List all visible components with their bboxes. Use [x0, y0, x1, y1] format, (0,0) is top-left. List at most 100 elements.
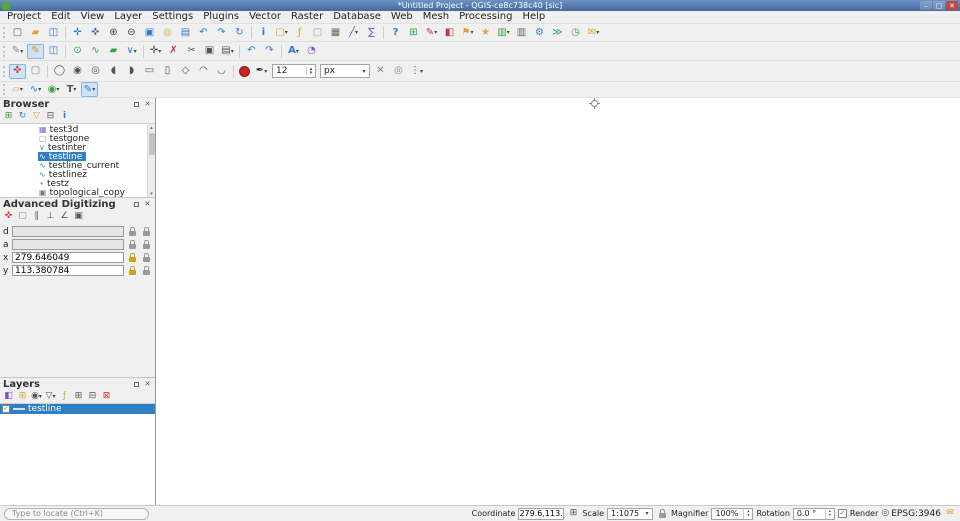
style-manager-button[interactable]: ◧: [441, 25, 458, 40]
stroke-options-button[interactable]: ⋮▾: [408, 64, 425, 79]
toolbar-handle[interactable]: [3, 66, 6, 77]
ellipse-from-center-button[interactable]: ◖: [105, 64, 122, 79]
menu-item-layer[interactable]: Layer: [109, 11, 147, 23]
node-editing-tool-button[interactable]: ✎▾: [81, 82, 98, 97]
properties-widget-button[interactable]: i: [58, 111, 71, 123]
new-annotation-button[interactable]: ✎▾: [423, 25, 440, 40]
crs-status-button[interactable]: ◎ EPSG:3946: [881, 509, 941, 519]
cad-a-input[interactable]: [12, 239, 124, 250]
circle-from-3-points-button[interactable]: ◉: [69, 64, 86, 79]
save-project-button[interactable]: ◫: [45, 25, 62, 40]
deselect-all-button[interactable]: ▢: [309, 25, 326, 40]
dock-float-button[interactable]: [132, 380, 141, 389]
refresh-map-button[interactable]: ↻: [231, 25, 248, 40]
open-project-button[interactable]: ▰: [27, 25, 44, 40]
layer-diagram-button[interactable]: ◔: [303, 44, 320, 59]
scrollbar-thumb[interactable]: [149, 133, 155, 155]
dock-float-button[interactable]: [132, 100, 141, 109]
dock-close-button[interactable]: ✕: [143, 100, 152, 109]
messages-button[interactable]: ✉▾: [585, 25, 602, 40]
select-by-expression-button[interactable]: ƒ: [291, 25, 308, 40]
rectangle-from-3-points-button[interactable]: ▯: [159, 64, 176, 79]
clear-strokes-button[interactable]: ✕: [372, 64, 389, 79]
cad-d-lock-button[interactable]: [126, 226, 138, 237]
identify-features-button[interactable]: i: [255, 25, 272, 40]
python-console-button[interactable]: ≫: [549, 25, 566, 40]
annotation-line-tool-button[interactable]: ∿▾: [27, 82, 44, 97]
annotation-marker-tool-button[interactable]: ◉▾: [45, 82, 62, 97]
circle-by-center-button[interactable]: ◎: [87, 64, 104, 79]
help-contents-button[interactable]: ?: [387, 25, 404, 40]
menu-item-settings[interactable]: Settings: [147, 11, 198, 23]
construction-mode-button[interactable]: ▢: [27, 64, 44, 79]
add-selected-layers-button[interactable]: ⊞: [2, 111, 15, 123]
cad-floater-button[interactable]: ▣: [72, 211, 85, 223]
locator-search-input[interactable]: [4, 508, 149, 520]
menu-item-view[interactable]: View: [76, 11, 110, 23]
messages-button[interactable]: ✉: [944, 508, 956, 520]
cad-common-angles-button[interactable]: ∠: [58, 211, 71, 223]
cad-a-lock-button[interactable]: [126, 239, 138, 250]
menu-item-raster[interactable]: Raster: [286, 11, 328, 23]
statistical-summary-button[interactable]: ∑: [363, 25, 380, 40]
rectangle-from-extent-button[interactable]: ▭: [141, 64, 158, 79]
menu-item-processing[interactable]: Processing: [454, 11, 517, 23]
step-down-icon[interactable]: ▾: [747, 513, 749, 517]
new-project-button[interactable]: ▢: [9, 25, 26, 40]
delete-selected-button[interactable]: ✗: [165, 44, 182, 59]
zoom-last-button[interactable]: ↶: [195, 25, 212, 40]
expand-all-button[interactable]: ⊞: [72, 391, 85, 403]
toggle-extents-display-button[interactable]: ⊞: [567, 508, 579, 520]
regular-polygon-button[interactable]: ◇: [177, 64, 194, 79]
scroll-down-icon[interactable]: ▾: [150, 190, 153, 197]
vertex-tool-button[interactable]: ∨▾: [123, 44, 140, 59]
ellipse-from-extent-button[interactable]: ◗: [123, 64, 140, 79]
redo-button[interactable]: ↷: [261, 44, 278, 59]
circle-from-2-points-button[interactable]: ◯: [51, 64, 68, 79]
toolbar-handle[interactable]: [3, 46, 6, 57]
select-features-button[interactable]: ▢▾: [273, 25, 290, 40]
circular-arc-reverse-button[interactable]: ◡: [213, 64, 230, 79]
filter-legend-button[interactable]: ▽▾: [44, 391, 57, 403]
render-checkbox[interactable]: ✓: [838, 509, 847, 518]
current-edits-button[interactable]: ✎▾: [9, 44, 26, 59]
zoom-full-extent-button[interactable]: ▣: [141, 25, 158, 40]
cad-y-lock-button[interactable]: [126, 265, 138, 276]
remove-layer-button[interactable]: ⊠: [100, 391, 113, 403]
menu-item-database[interactable]: Database: [328, 11, 386, 23]
menu-item-plugins[interactable]: Plugins: [198, 11, 244, 23]
filter-by-expression-button[interactable]: ƒ: [58, 391, 71, 403]
menu-item-web[interactable]: Web: [386, 11, 418, 23]
cad-construction-mode-button[interactable]: ▢: [16, 211, 29, 223]
undo-button[interactable]: ↶: [243, 44, 260, 59]
new-print-layout-button[interactable]: ▥▾: [495, 25, 512, 40]
measure-button[interactable]: ╱▾: [345, 25, 362, 40]
stroke-pen-button[interactable]: ✒▾: [253, 64, 270, 79]
step-down-icon[interactable]: ▾: [310, 71, 313, 75]
zoom-out-button[interactable]: ⊖: [123, 25, 140, 40]
stroke-color-button[interactable]: [236, 64, 253, 79]
collapse-all-layers-button[interactable]: ⊟: [86, 391, 99, 403]
menu-item-edit[interactable]: Edit: [46, 11, 75, 23]
processing-toolbox-button[interactable]: ⚙: [531, 25, 548, 40]
cut-features-button[interactable]: ✂: [183, 44, 200, 59]
zoom-to-selection-button[interactable]: ◎: [159, 25, 176, 40]
zoom-in-button[interactable]: ⊕: [105, 25, 122, 40]
move-feature-button[interactable]: ✛▾: [147, 44, 164, 59]
open-attribute-table-button[interactable]: ▦: [327, 25, 344, 40]
data-source-manager-button[interactable]: ⊞: [405, 25, 422, 40]
new-spatial-bookmark-button[interactable]: ⚑▾: [459, 25, 476, 40]
dock-close-button[interactable]: ✕: [143, 380, 152, 389]
scroll-up-icon[interactable]: ▴: [150, 124, 153, 131]
stroke-unit-combobox[interactable]: px ▾: [320, 64, 370, 78]
stroke-width-spinbox[interactable]: 12 ▴▾: [272, 64, 316, 78]
rotation-spinbox[interactable]: 0.0 ° ▴▾: [793, 508, 835, 520]
close-button[interactable]: ✕: [946, 1, 958, 10]
zoom-next-button[interactable]: ↷: [213, 25, 230, 40]
collapse-all-button[interactable]: ⊟: [44, 111, 57, 123]
manage-map-themes-button[interactable]: ◉▾: [30, 391, 43, 403]
dock-float-button[interactable]: [132, 200, 141, 209]
cad-x-repeat-lock-button[interactable]: [140, 252, 152, 263]
menu-item-vector[interactable]: Vector: [244, 11, 286, 23]
circular-arc-button[interactable]: ◠: [195, 64, 212, 79]
